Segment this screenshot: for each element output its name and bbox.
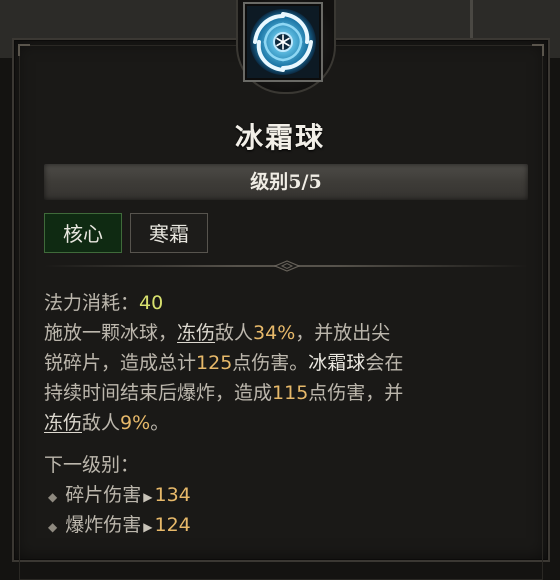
- text: 施放一颗冰球，: [44, 322, 178, 344]
- text: 点伤害，并: [308, 382, 404, 404]
- shard-damage-value: 125: [196, 352, 233, 374]
- skill-title: 冰霜球: [234, 121, 325, 154]
- description-line-1: 施放一颗冰球，冻伤敌人34%，并放出尖: [44, 318, 514, 348]
- next-level-stat-value: 124: [154, 514, 191, 536]
- skill-name-inline: 冰霜球: [308, 352, 366, 374]
- skill-description: 法力消耗：40 施放一颗冰球，冻伤敌人34%，并放出尖 锐碎片，造成总计125点…: [44, 288, 514, 438]
- next-level-label: 下一级别：: [44, 454, 140, 476]
- next-level-stat-value: 134: [154, 484, 191, 506]
- text: 锐碎片，造成总计: [44, 352, 197, 374]
- arrow-right-icon: ▶: [143, 520, 153, 534]
- text: 持续时间结束后爆炸，造成: [44, 382, 273, 404]
- tag-core: 核心: [44, 213, 122, 253]
- explosion-damage-value: 115: [272, 382, 309, 404]
- level-bar: 级别5/5: [44, 164, 528, 200]
- panel-corner-ornament: [18, 44, 30, 56]
- diamond-bullet-icon: ◆: [48, 520, 58, 534]
- frostbite-percent: 34%: [253, 322, 296, 344]
- next-level-item: ◆ 爆炸伤害 ▶ 124: [44, 510, 191, 542]
- mana-cost-line: 法力消耗：40: [44, 288, 514, 318]
- next-level-stat-name: 碎片伤害: [65, 484, 142, 506]
- explosion-frostbite-percent: 9%: [120, 412, 151, 434]
- panel-corner-ornament: [532, 44, 544, 56]
- frostbite-keyword-link[interactable]: 冻伤: [177, 322, 215, 344]
- description-line-4: 冻伤敌人9%。: [44, 408, 514, 438]
- text: 会在: [365, 352, 404, 374]
- divider-ornament-icon: [274, 259, 300, 273]
- description-line-2: 锐碎片，造成总计125点伤害。冰霜球会在: [44, 348, 514, 378]
- text: 敌人: [215, 322, 254, 344]
- frost-orb-icon: [247, 6, 319, 78]
- next-level-item: ◆ 碎片伤害 ▶ 134: [44, 480, 191, 512]
- diamond-bullet-icon: ◆: [48, 490, 58, 504]
- mana-cost-value: 40: [139, 292, 164, 314]
- text: 点伤害。: [232, 352, 309, 374]
- text: 敌人: [82, 412, 121, 434]
- tag-frost: 寒霜: [130, 213, 208, 253]
- next-level-stat-name: 爆炸伤害: [65, 514, 142, 536]
- text: 。: [150, 412, 170, 434]
- description-line-3: 持续时间结束后爆炸，造成115点伤害，并: [44, 378, 514, 408]
- frostbite-keyword-link[interactable]: 冻伤: [44, 412, 82, 434]
- text: ，并放出尖: [295, 322, 391, 344]
- skill-icon-box: [243, 2, 323, 82]
- mana-cost-label: 法力消耗：: [44, 292, 140, 314]
- arrow-right-icon: ▶: [143, 490, 153, 504]
